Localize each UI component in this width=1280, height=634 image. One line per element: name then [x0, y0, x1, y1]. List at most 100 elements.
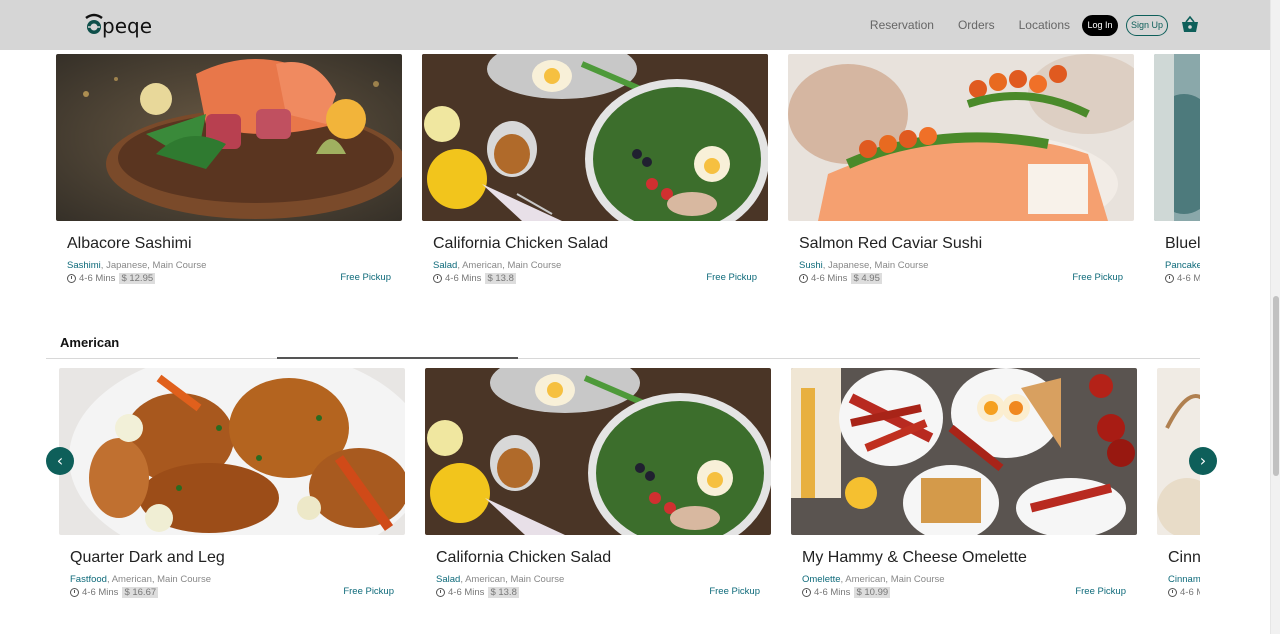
category-link[interactable]: Cinnam — [1168, 574, 1200, 585]
prep-time: 4-6 Mins — [448, 587, 485, 598]
food-image[interactable] — [1154, 54, 1200, 221]
prep-time: 4-6 Mins — [811, 273, 848, 284]
clock-icon — [70, 588, 79, 597]
food-title[interactable]: Quarter Dark and Leg — [70, 549, 225, 567]
clock-icon — [799, 274, 808, 283]
food-card[interactable]: Cinn Cinnam 4-6 M — [1157, 368, 1200, 608]
food-image[interactable] — [59, 368, 405, 535]
price-badge: $ 13.8 — [485, 273, 516, 284]
clock-icon — [433, 274, 442, 283]
category-link[interactable]: Sushi — [799, 260, 823, 271]
clock-icon — [1165, 274, 1174, 283]
food-card[interactable]: Quarter Dark and Leg Fastfood, American,… — [59, 368, 405, 608]
prep-time: 4-6 Mins — [445, 273, 482, 284]
pickup-label: Free Pickup — [343, 586, 394, 597]
basket-icon[interactable] — [1180, 15, 1200, 35]
chevron-left-icon: ‹ — [56, 451, 64, 470]
logo-mark-icon: peqe — [85, 13, 152, 38]
nav-orders[interactable]: Orders — [958, 18, 995, 32]
category-link[interactable]: Salad — [433, 260, 457, 271]
food-title[interactable]: California Chicken Salad — [436, 549, 611, 567]
food-card[interactable]: California Chicken Salad Salad, American… — [425, 368, 771, 608]
price-badge: $ 10.99 — [854, 587, 891, 598]
prep-time: 4-6 Mins — [82, 587, 119, 598]
category-link[interactable]: Fastfood — [70, 574, 107, 585]
tags-rest: , American, Main Course — [840, 574, 945, 585]
food-card[interactable]: Albacore Sashimi Sashimi, Japanese, Main… — [56, 54, 402, 294]
food-tags: Sushi, Japanese, Main Course — [799, 260, 928, 271]
food-tags: Omelette, American, Main Course — [802, 574, 945, 585]
food-image[interactable] — [422, 54, 768, 221]
tags-rest: , American, Main Course — [457, 260, 562, 271]
chevron-right-icon: › — [1199, 451, 1207, 470]
scrollbar-thumb[interactable] — [1273, 296, 1279, 476]
svg-text:peqe: peqe — [102, 14, 152, 38]
tags-rest: , American, Main Course — [106, 574, 211, 585]
food-tags: Salad, American, Main Course — [433, 260, 561, 271]
food-meta: 4-6 Mins $ 12.95 — [67, 273, 156, 284]
food-card[interactable]: My Hammy & Cheese Omelette Omelette, Ame… — [791, 368, 1137, 608]
food-card[interactable]: Salmon Red Caviar Sushi Sushi, Japanese,… — [788, 54, 1134, 294]
food-meta: 4-6 Mins $ 13.8 — [433, 273, 516, 284]
food-tags: Cinnam — [1168, 574, 1200, 585]
food-title[interactable]: California Chicken Salad — [433, 235, 608, 253]
clock-icon — [802, 588, 811, 597]
food-meta: 4-6 Mins $ 13.8 — [436, 587, 519, 598]
food-title[interactable]: My Hammy & Cheese Omelette — [802, 549, 1027, 567]
food-tags: Pancake — [1165, 260, 1200, 271]
category-link[interactable]: Omelette — [802, 574, 841, 585]
food-tags: Fastfood, American, Main Course — [70, 574, 211, 585]
prep-time: 4-6 M — [1180, 587, 1200, 598]
pickup-label: Free Pickup — [1075, 586, 1126, 597]
carousel-progress-indicator — [277, 357, 518, 359]
pickup-label: Free Pickup — [706, 272, 757, 283]
category-link[interactable]: Salad — [436, 574, 460, 585]
brand-logo[interactable]: peqe — [84, 12, 156, 38]
food-title[interactable]: Albacore Sashimi — [67, 235, 192, 253]
carousel-next-button[interactable]: › — [1189, 447, 1217, 475]
food-meta: 4-6 Mins $ 4.95 — [799, 273, 882, 284]
food-image[interactable] — [425, 368, 771, 535]
prep-time: 4-6 Mins — [814, 587, 851, 598]
nav-menu: Reservation Orders Locations Log In Sign… — [870, 0, 1270, 50]
food-title[interactable]: Cinn — [1168, 549, 1200, 567]
clock-icon — [67, 274, 76, 283]
price-badge: $ 16.67 — [122, 587, 159, 598]
price-badge: $ 13.8 — [488, 587, 519, 598]
carousel-prev-button[interactable]: ‹ — [46, 447, 74, 475]
pickup-label: Free Pickup — [340, 272, 391, 283]
pickup-label: Free Pickup — [1072, 272, 1123, 283]
food-image[interactable] — [791, 368, 1137, 535]
food-meta: 4-6 Mins $ 16.67 — [70, 587, 159, 598]
section-divider — [46, 358, 1200, 359]
tags-rest: , Japanese, Main Course — [100, 260, 207, 271]
category-link[interactable]: Pancake — [1165, 260, 1200, 271]
food-title[interactable]: Bluel — [1165, 235, 1200, 253]
food-image[interactable] — [788, 54, 1134, 221]
page: peqe Reservation Orders Locations Log In… — [0, 0, 1280, 634]
food-meta: 4-6 M — [1168, 587, 1200, 598]
pickup-label: Free Pickup — [709, 586, 760, 597]
food-meta: 4-6 M — [1165, 273, 1200, 284]
carousel-row-featured: Albacore Sashimi Sashimi, Japanese, Main… — [56, 54, 1200, 304]
food-card[interactable]: California Chicken Salad Salad, American… — [422, 54, 768, 294]
tags-rest: , American, Main Course — [460, 574, 565, 585]
tags-rest: , Japanese, Main Course — [822, 260, 929, 271]
section-title: American — [60, 335, 120, 350]
prep-time: 4-6 M — [1177, 273, 1200, 284]
login-button[interactable]: Log In — [1082, 14, 1118, 36]
food-card[interactable]: Bluel Pancake 4-6 M — [1154, 54, 1200, 294]
page-scrollbar[interactable] — [1270, 0, 1280, 634]
food-image[interactable] — [56, 54, 402, 221]
clock-icon — [436, 588, 445, 597]
signup-button[interactable]: Sign Up — [1126, 14, 1168, 36]
food-title[interactable]: Salmon Red Caviar Sushi — [799, 235, 982, 253]
nav-reservation[interactable]: Reservation — [870, 18, 934, 32]
category-link[interactable]: Sashimi — [67, 260, 101, 271]
carousel-row-american: Quarter Dark and Leg Fastfood, American,… — [58, 368, 1200, 618]
prep-time: 4-6 Mins — [79, 273, 116, 284]
food-tags: Salad, American, Main Course — [436, 574, 564, 585]
price-badge: $ 4.95 — [851, 273, 882, 284]
clock-icon — [1168, 588, 1177, 597]
nav-locations[interactable]: Locations — [1019, 18, 1070, 32]
